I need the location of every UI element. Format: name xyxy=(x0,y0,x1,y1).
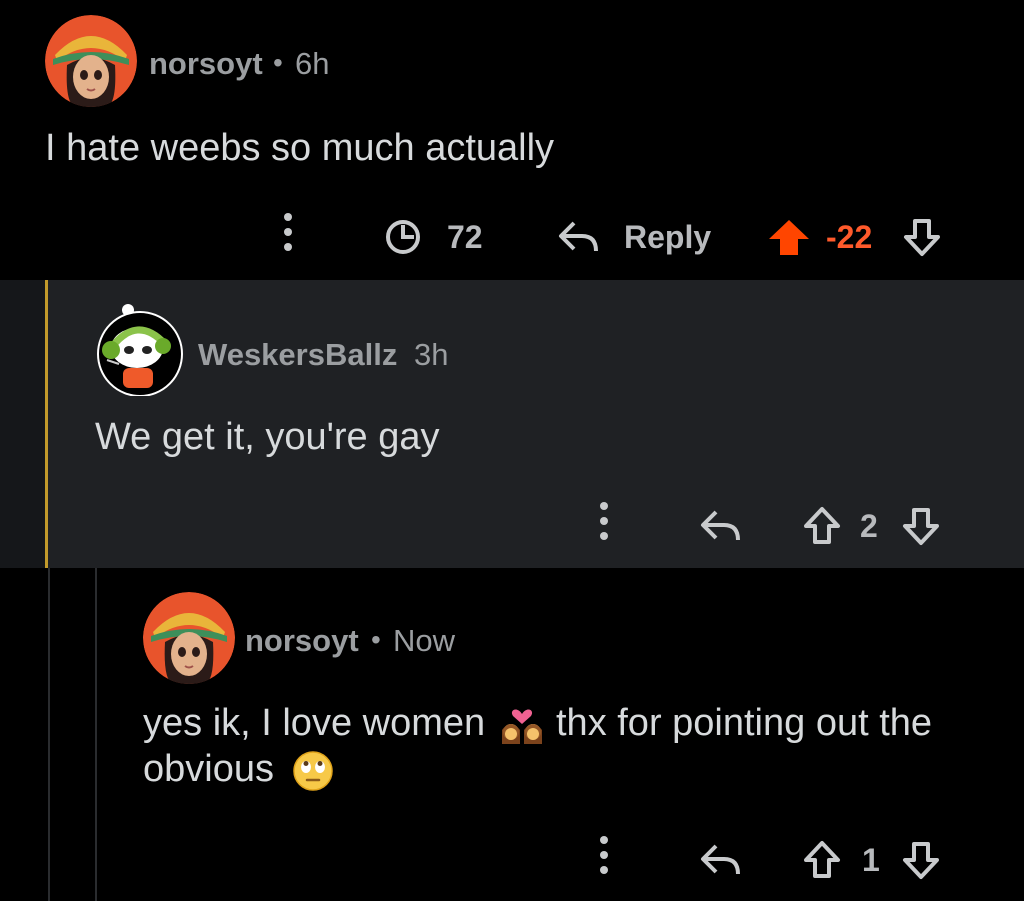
kebab-dot-icon xyxy=(284,213,292,221)
score: -22 xyxy=(826,219,872,256)
downvote-icon xyxy=(903,842,939,879)
more-options-button[interactable] xyxy=(598,836,610,884)
more-options-button[interactable] xyxy=(598,502,610,550)
clock-icon xyxy=(386,220,420,254)
upvote-button[interactable] xyxy=(767,217,811,257)
snoo-avatar-icon xyxy=(97,304,183,397)
reply-arrow-icon xyxy=(701,844,740,875)
comment-1: norsoyt • 6h I hate weebs so much actual… xyxy=(0,0,1024,280)
comment-3: norsoyt • Now yes ik, I love women thx f… xyxy=(0,568,1024,901)
upvote-icon xyxy=(804,841,840,878)
timestamp: 6h xyxy=(295,46,330,81)
kebab-dot-icon xyxy=(284,228,292,236)
award-count: 72 xyxy=(447,218,483,255)
comment-body-line1b: thx for pointing out the xyxy=(556,702,933,744)
kebab-dot-icon xyxy=(600,502,608,510)
couple-heart-emoji-icon xyxy=(497,700,547,746)
kebab-dot-icon xyxy=(600,517,608,525)
reply-arrow-icon xyxy=(559,221,598,252)
vote-score: -22 xyxy=(826,219,873,255)
timestamp: 3h xyxy=(414,337,449,372)
eye-roll-emoji-icon xyxy=(292,750,334,792)
downvote-button[interactable] xyxy=(899,840,943,880)
kebab-dot-icon xyxy=(284,243,292,251)
comment-actions: 1 xyxy=(0,830,1024,890)
comment-body-line1a: yes ik, I love women xyxy=(143,702,486,744)
downvote-button[interactable] xyxy=(899,506,943,546)
score: 2 xyxy=(860,508,878,545)
reply-button[interactable] xyxy=(698,840,742,880)
kebab-dot-icon xyxy=(600,866,608,874)
reply-button[interactable] xyxy=(698,506,742,546)
comment-body: I hate weebs so much actually xyxy=(45,127,555,169)
vote-score: 1 xyxy=(862,842,880,878)
username[interactable]: norsoyt xyxy=(149,46,263,82)
award-button[interactable]: 72 xyxy=(383,217,483,257)
avatar[interactable] xyxy=(45,15,137,107)
timestamp: Now xyxy=(393,623,456,658)
kebab-dot-icon xyxy=(600,851,608,859)
username[interactable]: norsoyt xyxy=(245,623,359,659)
downvote-button[interactable] xyxy=(900,217,944,257)
upvote-icon xyxy=(804,507,840,544)
comment-actions: 72 Reply -22 xyxy=(0,207,1024,267)
reply-button[interactable]: Reply xyxy=(556,217,711,257)
upvote-button[interactable] xyxy=(800,506,844,546)
upvote-filled-icon xyxy=(769,220,809,255)
reply-arrow-icon xyxy=(701,510,740,541)
kebab-dot-icon xyxy=(600,836,608,844)
avatar[interactable] xyxy=(143,592,235,684)
kebab-dot-icon xyxy=(600,532,608,540)
user-avatar-icon xyxy=(143,592,235,684)
reply-label: Reply xyxy=(624,218,712,255)
user-avatar-icon xyxy=(45,15,137,107)
score: 1 xyxy=(862,842,880,879)
downvote-icon xyxy=(903,508,939,545)
downvote-icon xyxy=(904,219,940,256)
avatar[interactable] xyxy=(95,304,185,397)
comment-body-line2: obvious xyxy=(143,748,274,790)
comment-2: WeskersBallz 3h We get it, you're gay 2 xyxy=(0,280,1024,568)
comment-body: We get it, you're gay xyxy=(95,416,440,458)
upvote-button[interactable] xyxy=(800,840,844,880)
vote-score: 2 xyxy=(860,508,878,544)
username[interactable]: WeskersBallz xyxy=(198,337,397,373)
separator-dot: • xyxy=(371,624,381,655)
more-options-button[interactable] xyxy=(282,213,294,261)
comment-actions: 2 xyxy=(0,496,1024,556)
separator-dot: • xyxy=(273,47,283,78)
